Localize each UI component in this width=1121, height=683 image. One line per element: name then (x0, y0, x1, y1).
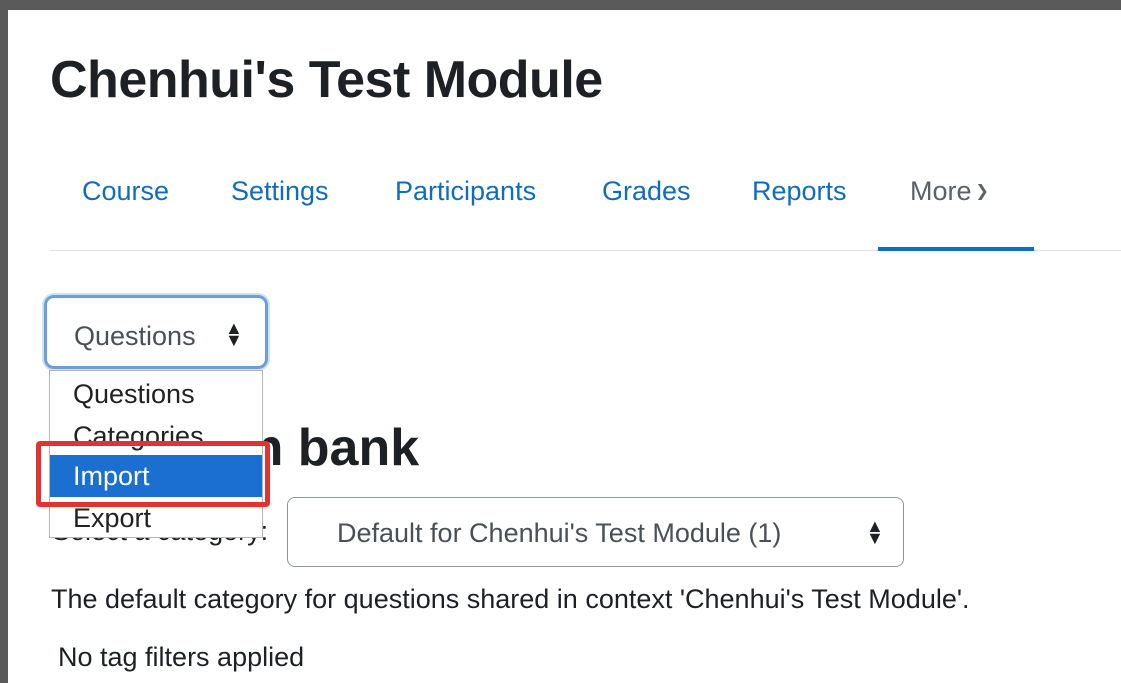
nav-tab-grades[interactable]: Grades (602, 176, 691, 207)
tag-filter-status: No tag filters applied (58, 642, 305, 672)
nav-tab-settings[interactable]: Settings (231, 176, 329, 207)
active-tab-indicator (878, 247, 1034, 251)
category-select-value: Default for Chenhui's Test Module (1) (337, 518, 782, 548)
nav-tab-participants[interactable]: Participants (395, 176, 536, 207)
nav-tab-reports[interactable]: Reports (752, 176, 847, 207)
question-bank-navigation-select[interactable]: Questions ▲ ▼ (44, 295, 268, 369)
course-title: Chenhui's Test Module (50, 51, 603, 109)
window-frame-top (0, 0, 1121, 10)
category-select[interactable]: Default for Chenhui's Test Module (1) ▲ ▼ (287, 497, 904, 567)
annotation-highlight-box (36, 441, 270, 507)
nav-tab-more-label: More (910, 176, 972, 206)
window-frame-left (0, 0, 8, 683)
sort-arrows-icon: ▲ ▼ (866, 516, 884, 548)
category-description: The default category for questions share… (51, 584, 970, 614)
secondary-navigation: Course Settings Participants Grades Repo… (50, 170, 1121, 251)
sort-arrows-icon: ▲ ▼ (225, 318, 243, 350)
nav-tab-course[interactable]: Course (82, 176, 169, 207)
option-questions[interactable]: Questions (50, 373, 262, 415)
nav-tab-more[interactable]: More ❯ (910, 176, 989, 207)
chevron-down-icon: ❯ (975, 183, 989, 200)
select-current-value: Questions (74, 321, 196, 351)
